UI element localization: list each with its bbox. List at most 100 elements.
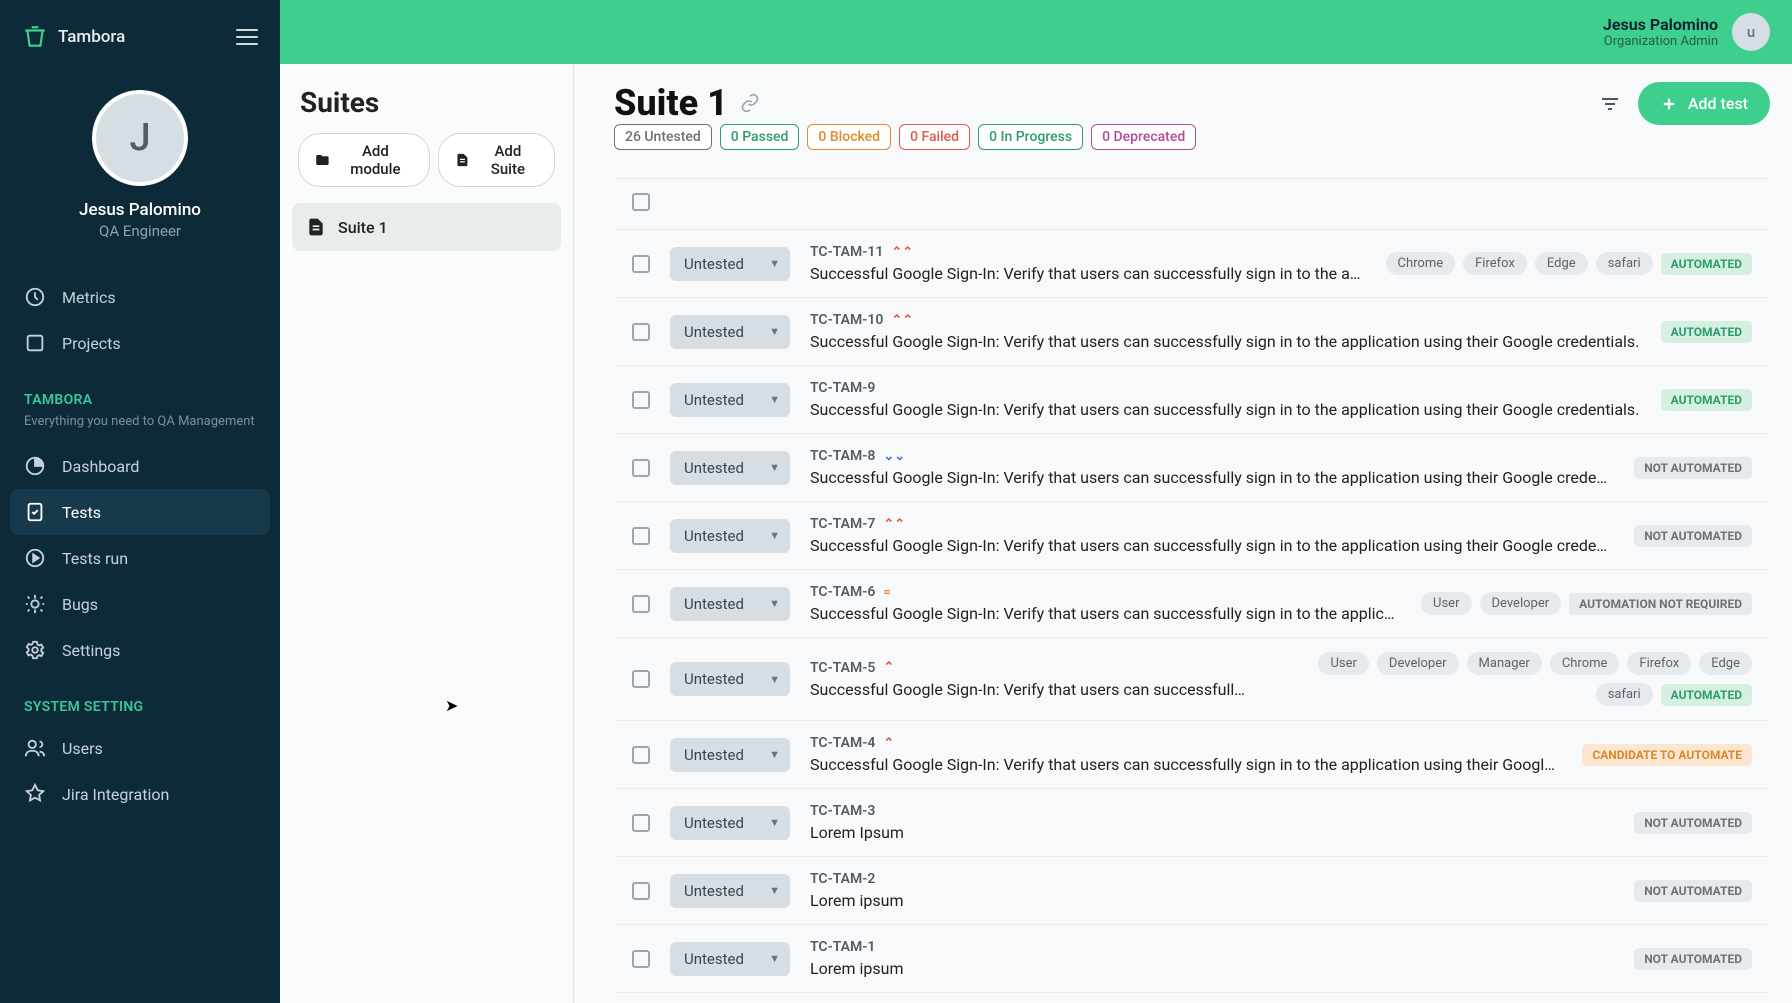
- status-dropdown[interactable]: Untested▼: [670, 738, 790, 772]
- caret-down-icon: ▼: [769, 393, 780, 406]
- document-icon: [455, 152, 470, 168]
- automation-badge: NOT AUTOMATED: [1634, 457, 1752, 479]
- tag: Edge: [1699, 652, 1752, 675]
- test-row[interactable]: Untested▼ TC-TAM-6= Successful Google Sign…: [614, 570, 1770, 638]
- row-checkbox[interactable]: [632, 459, 650, 477]
- test-title: Successful Google Sign-In: Verify that u…: [810, 755, 1562, 774]
- row-checkbox[interactable]: [632, 323, 650, 341]
- nav-item-dashboard[interactable]: Dashboard: [10, 443, 270, 489]
- tag: User: [1318, 652, 1368, 675]
- section-system-title: SYSTEM SETTING: [0, 677, 280, 721]
- nav-item-projects[interactable]: Projects: [10, 320, 270, 366]
- status-chip[interactable]: 0 Passed: [720, 124, 800, 150]
- link-icon[interactable]: [740, 93, 760, 113]
- test-title: Lorem ipsum: [810, 891, 1614, 910]
- suite-item[interactable]: Suite 1: [292, 203, 561, 251]
- test-row[interactable]: Untested▼TC-TAM-11⌃⌃Successful Google Si…: [614, 230, 1770, 298]
- test-id: TC-TAM-7⌃⌃: [810, 516, 1614, 532]
- status-dropdown[interactable]: Untested▼: [670, 806, 790, 840]
- test-id: TC-TAM-4⌃: [810, 735, 1562, 751]
- nav-item-tests[interactable]: Tests: [10, 489, 270, 535]
- brand[interactable]: Tambora: [22, 24, 125, 50]
- caret-down-icon: ▼: [769, 748, 780, 761]
- tests-run-icon: [24, 547, 46, 569]
- test-id: TC-TAM-6=: [810, 584, 1401, 600]
- tag: safari: [1596, 252, 1653, 275]
- test-id: TC-TAM-10⌃⌃: [810, 312, 1641, 328]
- test-title: Successful Google Sign-In: Verify that u…: [810, 536, 1614, 555]
- test-row[interactable]: Untested▼TC-TAM-1Lorem ipsumNOT AUTOMATE…: [614, 925, 1770, 993]
- suites-title: Suites: [300, 86, 553, 119]
- section-tambora-title: TAMBORA: [0, 370, 280, 414]
- tag: Chrome: [1550, 652, 1620, 675]
- row-checkbox[interactable]: [632, 595, 650, 613]
- caret-down-icon: ▼: [769, 257, 780, 270]
- caret-down-icon: ▼: [769, 325, 780, 338]
- row-checkbox[interactable]: [632, 527, 650, 545]
- status-dropdown[interactable]: Untested▼: [670, 519, 790, 553]
- nav-item-jira-integration[interactable]: Jira Integration: [10, 771, 270, 817]
- filter-icon[interactable]: [1598, 92, 1622, 116]
- status-chip[interactable]: 26 Untested: [614, 124, 712, 150]
- status-dropdown[interactable]: Untested▼: [670, 942, 790, 976]
- nav-item-bugs[interactable]: Bugs: [10, 581, 270, 627]
- tag: Manager: [1467, 652, 1542, 675]
- test-title: Successful Google Sign-In: Verify that u…: [810, 264, 1366, 283]
- row-checkbox[interactable]: [632, 746, 650, 764]
- status-chip[interactable]: 0 Blocked: [807, 124, 891, 150]
- status-dropdown[interactable]: Untested▼: [670, 874, 790, 908]
- nav-item-tests-run[interactable]: Tests run: [10, 535, 270, 581]
- add-suite-button[interactable]: Add Suite: [438, 133, 555, 187]
- test-row[interactable]: Untested▼TC-TAM-8⌄⌄Successful Google Sig…: [614, 434, 1770, 502]
- suites-panel: Suites Add module Add Suite Suite 1: [280, 64, 574, 1003]
- row-checkbox[interactable]: [632, 882, 650, 900]
- status-dropdown[interactable]: Untested▼: [670, 587, 790, 621]
- test-row[interactable]: Untested▼TC-TAM-3Lorem IpsumNOT AUTOMATE…: [614, 789, 1770, 857]
- test-title: Successful Google Sign-In: Verify that u…: [810, 604, 1401, 623]
- folder-icon: [315, 152, 330, 168]
- status-dropdown[interactable]: Untested▼: [670, 451, 790, 485]
- row-checkbox[interactable]: [632, 255, 650, 273]
- tag: safari: [1596, 683, 1653, 706]
- topbar-avatar[interactable]: u: [1732, 13, 1770, 51]
- status-chip[interactable]: 0 In Progress: [978, 124, 1083, 150]
- projects-icon: [24, 332, 46, 354]
- test-row[interactable]: Untested▼ TC-TAM-7⌃⌃ Successful Google Sig…: [614, 502, 1770, 570]
- status-dropdown[interactable]: Untested▼: [670, 247, 790, 281]
- row-checkbox[interactable]: [632, 814, 650, 832]
- test-id: TC-TAM-2: [810, 871, 1614, 887]
- profile-avatar[interactable]: J: [92, 90, 188, 186]
- row-checkbox[interactable]: [632, 670, 650, 688]
- caret-down-icon: ▼: [769, 529, 780, 542]
- select-all-checkbox[interactable]: [632, 193, 650, 211]
- row-checkbox[interactable]: [632, 391, 650, 409]
- test-title: Lorem ipsum: [810, 959, 1614, 978]
- caret-down-icon: ▼: [769, 816, 780, 829]
- status-chip[interactable]: 0 Failed: [899, 124, 970, 150]
- test-row[interactable]: Untested▼TC-TAM-2Lorem ipsumNOT AUTOMATE…: [614, 857, 1770, 925]
- automation-badge: AUTOMATED: [1661, 389, 1752, 411]
- status-dropdown[interactable]: Untested▼: [670, 383, 790, 417]
- row-checkbox[interactable]: [632, 950, 650, 968]
- tag: Firefox: [1627, 652, 1691, 675]
- test-row[interactable]: Untested▼TC-TAM-9Successful Google Sign-…: [614, 366, 1770, 434]
- test-row[interactable]: Untested▼TC-TAM-5⌃Successful Google Sign…: [614, 638, 1770, 721]
- caret-down-icon: ▼: [769, 461, 780, 474]
- menu-toggle-icon[interactable]: [236, 29, 258, 45]
- caret-down-icon: ▼: [769, 884, 780, 897]
- status-chip[interactable]: 0 Deprecated: [1091, 124, 1196, 150]
- nav-item-users[interactable]: Users: [10, 725, 270, 771]
- nav-item-metrics[interactable]: Metrics: [10, 274, 270, 320]
- add-test-button[interactable]: Add test: [1638, 82, 1770, 125]
- nav-item-settings[interactable]: Settings: [10, 627, 270, 673]
- automation-badge: CANDIDATE TO AUTOMATE: [1582, 744, 1752, 766]
- add-module-button[interactable]: Add module: [298, 133, 430, 187]
- status-dropdown[interactable]: Untested▼: [670, 662, 790, 696]
- topbar-user[interactable]: Jesus Palomino Organization Admin: [1603, 15, 1718, 50]
- test-row[interactable]: Untested▼TC-TAM-10⌃⌃Successful Google Si…: [614, 298, 1770, 366]
- profile-name: Jesus Palomino: [10, 200, 270, 220]
- test-row[interactable]: Untested▼ TC-TAM-4⌃ Successful Google Sign…: [614, 721, 1770, 789]
- jira-integration-icon: [24, 783, 46, 805]
- test-title: Successful Google Sign-In: Verify that u…: [810, 468, 1614, 487]
- status-dropdown[interactable]: Untested▼: [670, 315, 790, 349]
